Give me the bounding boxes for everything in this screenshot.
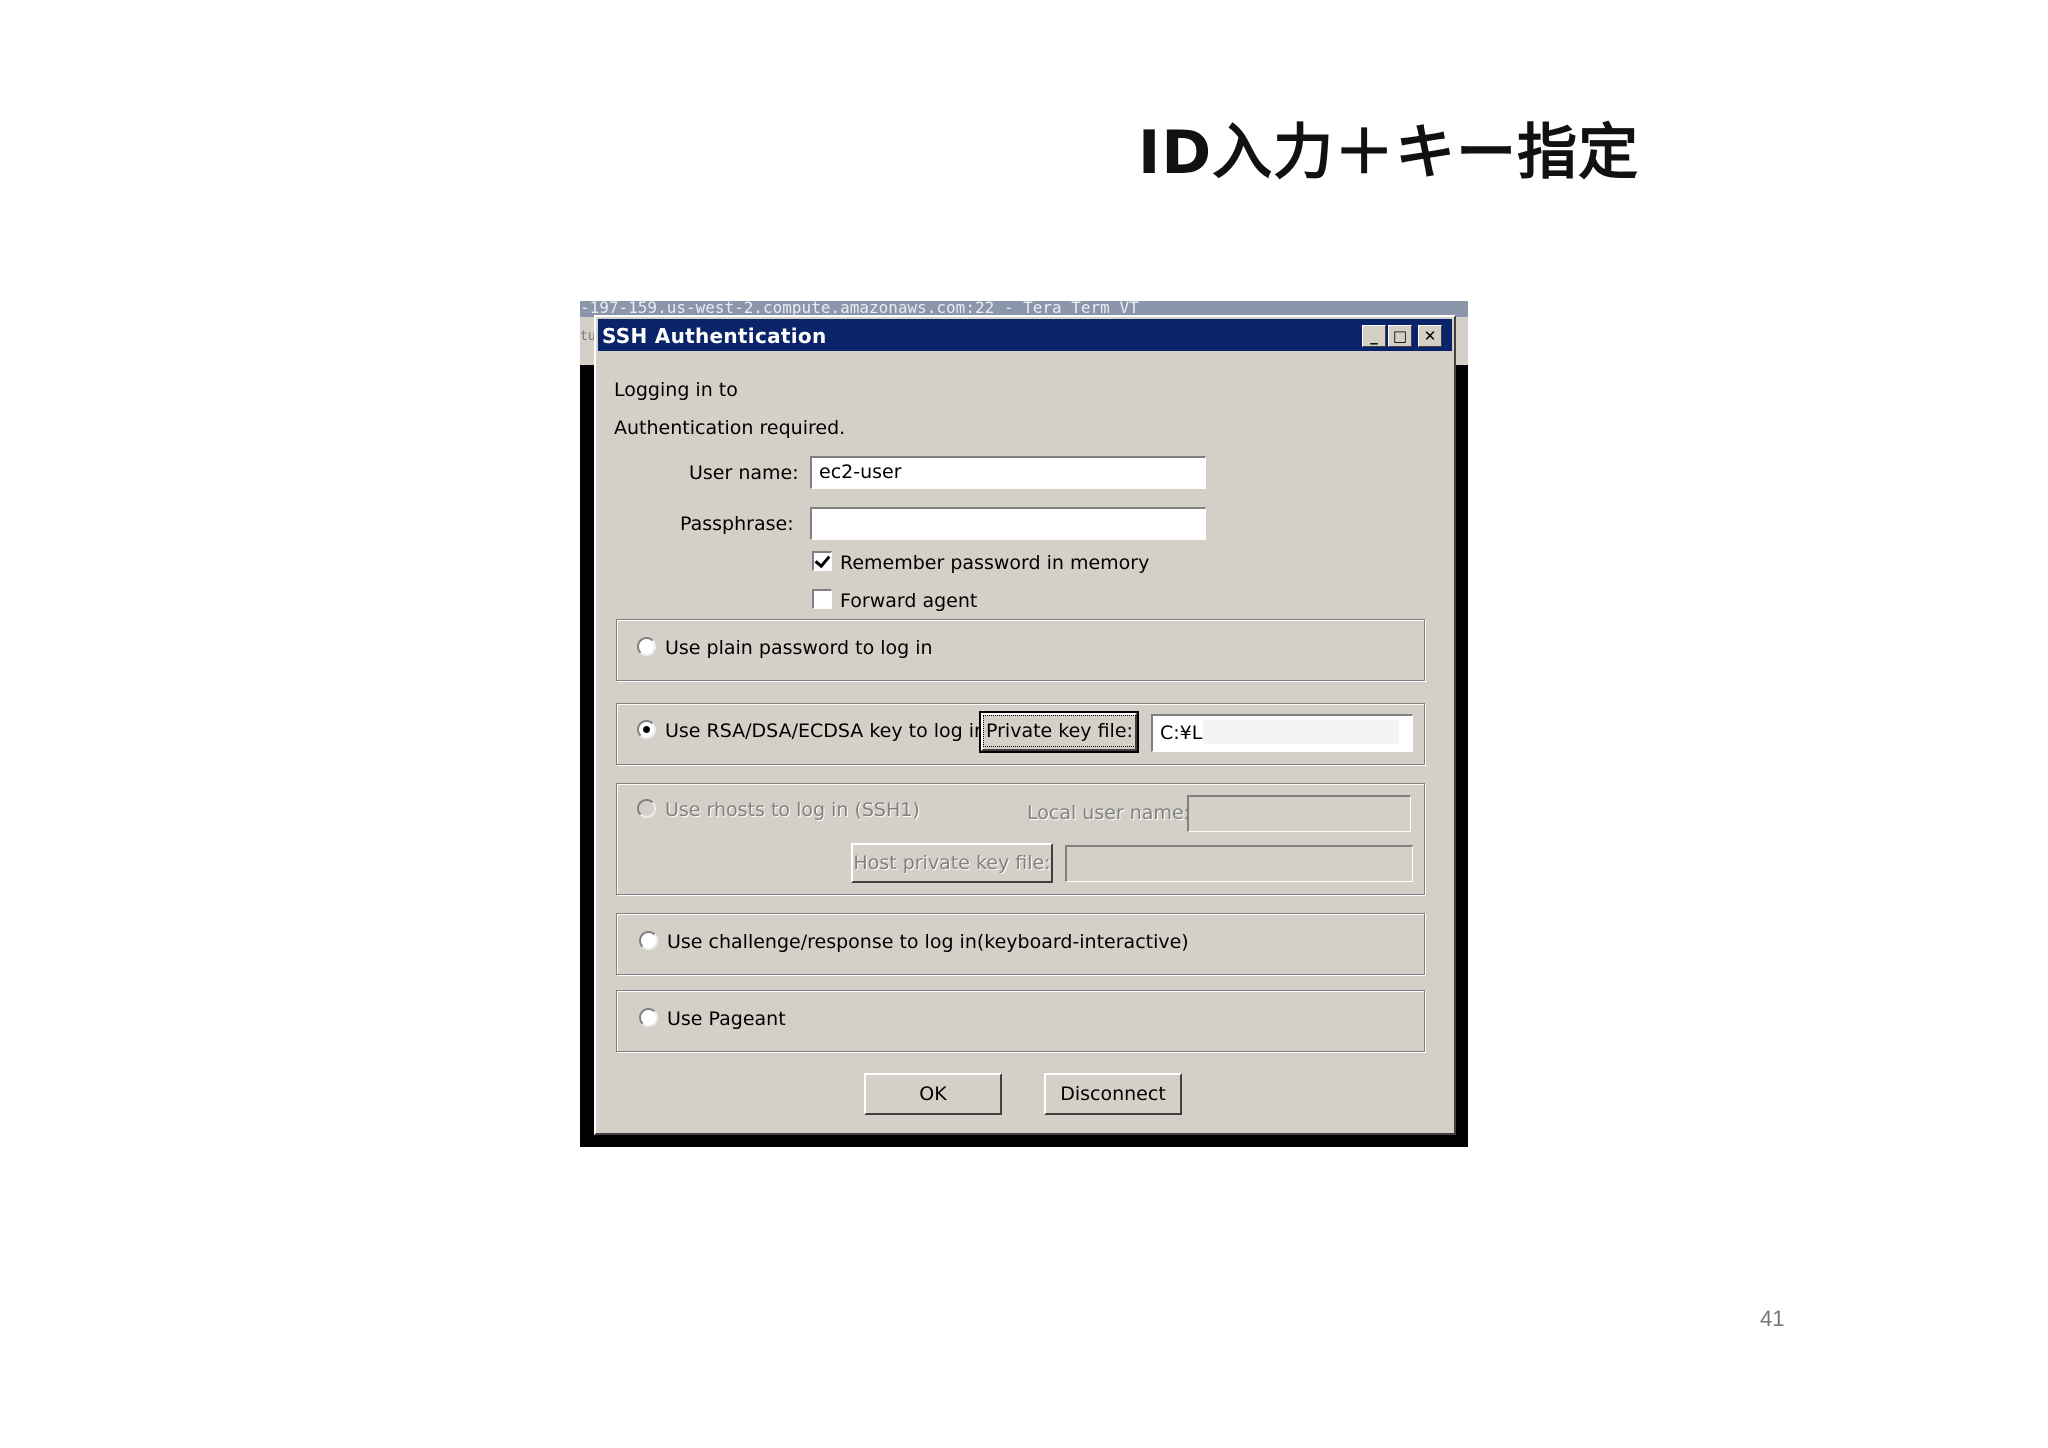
local-user-name-field[interactable] [1187, 795, 1411, 832]
auth-required-label: Authentication required. [614, 417, 846, 439]
page-number: 41 [1760, 1306, 1785, 1331]
plain-password-label: Use plain password to log in [665, 637, 933, 659]
host-private-key-file-button[interactable]: Host private key file: [851, 843, 1053, 883]
remember-password-label: Remember password in memory [840, 552, 1150, 574]
slide-title: ID入力＋キー指定 [1138, 118, 1640, 188]
ok-button[interactable]: OK [864, 1073, 1002, 1115]
forward-agent-checkbox[interactable] [812, 589, 832, 609]
remember-password-checkbox[interactable] [812, 551, 832, 571]
plain-password-radio[interactable] [637, 637, 656, 656]
pageant-group: Use Pageant [616, 990, 1425, 1052]
private-key-file-button-label: Private key file: [983, 715, 1135, 747]
rhosts-label: Use rhosts to log in (SSH1) [665, 799, 920, 821]
close-button[interactable]: ✕ [1418, 325, 1442, 347]
challenge-response-group: Use challenge/response to log in(keyboar… [616, 913, 1425, 975]
host-private-key-file-button-label: Host private key file: [853, 852, 1051, 874]
plain-password-group: Use plain password to log in [616, 619, 1425, 681]
dialog-titlebar: SSH Authentication _ □ ✕ [598, 319, 1452, 351]
user-name-field[interactable]: ec2-user [810, 456, 1206, 489]
local-user-name-label: Local user name: [1027, 802, 1191, 824]
rsa-key-label: Use RSA/DSA/ECDSA key to log in [665, 720, 987, 742]
ssh-auth-dialog: SSH Authentication _ □ ✕ Logging in to A… [594, 315, 1456, 1135]
forward-agent-label: Forward agent [840, 590, 978, 612]
logging-in-label: Logging in to [614, 379, 738, 401]
screenshot: -197-159.us-west-2.compute.amazonaws.com… [580, 301, 1468, 1147]
dialog-title: SSH Authentication [602, 324, 827, 348]
disconnect-button[interactable]: Disconnect [1044, 1073, 1182, 1115]
pageant-radio[interactable] [639, 1008, 658, 1027]
maximize-button[interactable]: □ [1388, 325, 1412, 347]
private-key-path-value: C:¥L [1160, 722, 1203, 744]
rhosts-group: Use rhosts to log in (SSH1) Local user n… [616, 783, 1425, 895]
rhosts-radio[interactable] [637, 799, 656, 818]
redaction-mask [1203, 720, 1399, 744]
rsa-key-radio[interactable] [637, 720, 656, 739]
minimize-button[interactable]: _ [1362, 325, 1386, 347]
private-key-file-button[interactable]: Private key file: [979, 711, 1139, 753]
user-name-label: User name: [689, 462, 799, 484]
rsa-key-group: Use RSA/DSA/ECDSA key to log in Private … [616, 703, 1425, 765]
pageant-label: Use Pageant [667, 1008, 786, 1030]
private-key-path-field[interactable]: C:¥L [1151, 714, 1413, 752]
host-private-key-field[interactable] [1065, 845, 1413, 882]
challenge-response-label: Use challenge/response to log in(keyboar… [667, 931, 1189, 953]
passphrase-label: Passphrase: [680, 513, 794, 535]
passphrase-field[interactable] [810, 507, 1206, 540]
challenge-response-radio[interactable] [639, 931, 658, 950]
